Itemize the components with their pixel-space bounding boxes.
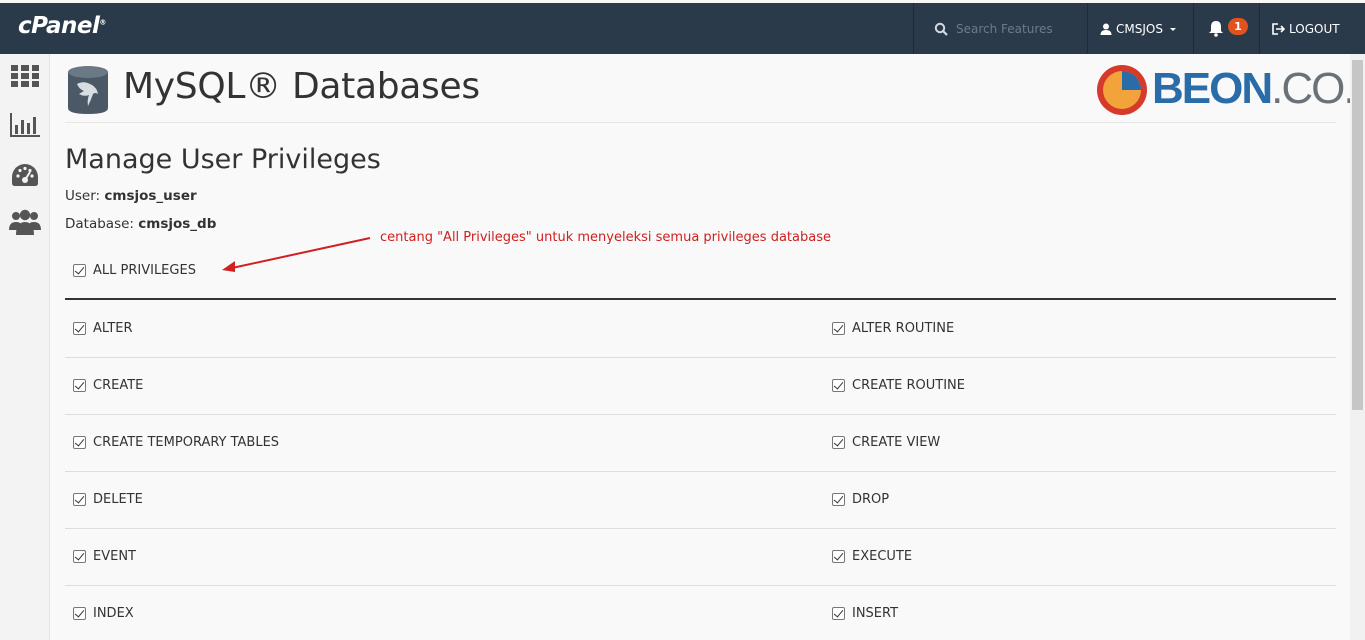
user-menu[interactable]: CMSJOS	[1088, 3, 1194, 54]
page-title: MySQL® Databases	[123, 66, 480, 107]
apps-grid-icon[interactable]	[9, 60, 41, 92]
brand-pie-icon	[1097, 65, 1147, 115]
notifications-button[interactable]: 1	[1194, 3, 1260, 54]
annotation-note: centang "All Privileges" untuk menyeleks…	[380, 230, 831, 245]
privilege-checkbox[interactable]: ALTER ROUTINE	[832, 321, 954, 336]
privilege-checkbox[interactable]: INSERT	[832, 606, 898, 621]
logout-button[interactable]: LOGOUT	[1272, 3, 1340, 54]
page-scrollbar[interactable]	[1350, 54, 1365, 640]
all-privileges-divider	[65, 298, 1336, 300]
username: CMSJOS	[1116, 21, 1163, 36]
cpanel-logo[interactable]: cPanel®	[18, 13, 106, 39]
privilege-checkbox[interactable]: DELETE	[73, 492, 143, 507]
database-info: Database: cmsjos_db	[65, 216, 217, 232]
row-divider	[65, 528, 1336, 529]
bell-icon	[1209, 21, 1223, 37]
annotation-arrow	[222, 237, 371, 272]
logout-icon	[1272, 22, 1285, 35]
privilege-checkbox[interactable]: DROP	[832, 492, 889, 507]
row-divider	[65, 585, 1336, 586]
all-privileges-checkbox[interactable]: ALL PRIVILEGES	[73, 263, 196, 278]
beon-brand-logo: BEON.CO.ID	[1096, 62, 1365, 118]
mysql-database-icon	[68, 66, 108, 114]
privilege-checkbox[interactable]: CREATE ROUTINE	[832, 378, 965, 393]
user-info: User: cmsjos_user	[65, 188, 197, 204]
privilege-checkbox[interactable]: CREATE	[73, 378, 143, 393]
section-title: Manage User Privileges	[65, 144, 381, 175]
privilege-checkbox[interactable]: INDEX	[73, 606, 134, 621]
user-icon	[1100, 23, 1112, 35]
row-divider	[65, 414, 1336, 415]
sidebar	[0, 54, 50, 640]
search-icon	[934, 22, 948, 36]
privilege-checkbox[interactable]: EVENT	[73, 549, 136, 564]
title-divider	[65, 122, 1336, 123]
row-divider	[65, 357, 1336, 358]
caret-down-icon	[1169, 27, 1176, 31]
checkbox-checked[interactable]	[73, 264, 86, 277]
stats-chart-icon[interactable]	[9, 109, 41, 141]
search-input[interactable]	[956, 17, 1081, 41]
privilege-checkbox[interactable]: CREATE VIEW	[832, 435, 940, 450]
notification-badge: 1	[1228, 18, 1248, 35]
database-value: cmsjos_db	[138, 216, 217, 232]
users-icon[interactable]	[9, 206, 41, 238]
privilege-checkbox[interactable]: EXECUTE	[832, 549, 912, 564]
top-navbar: cPanel® CMSJOS 1 LOGOUT	[0, 0, 1365, 54]
main-content: MySQL® Databases BEON.CO.ID Manage User …	[50, 54, 1365, 640]
privilege-checkbox[interactable]: ALTER	[73, 321, 133, 336]
scrollbar-thumb[interactable]	[1352, 60, 1363, 410]
privilege-checkbox[interactable]: CREATE TEMPORARY TABLES	[73, 435, 279, 450]
dashboard-gauge-icon[interactable]	[9, 159, 41, 191]
user-value: cmsjos_user	[104, 188, 197, 204]
row-divider	[65, 471, 1336, 472]
feature-search	[913, 3, 1088, 54]
